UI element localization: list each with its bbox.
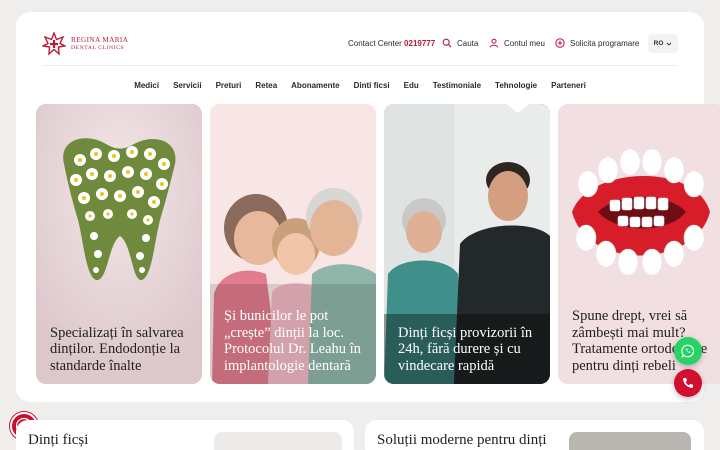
header-divider	[42, 65, 678, 66]
section-solutii-moderne: Soluții moderne pentru dinți	[365, 420, 704, 450]
card-title: Specializați în salvarea dinților. Endod…	[50, 324, 184, 374]
user-icon	[489, 38, 499, 48]
language-selector[interactable]: RO	[648, 34, 678, 53]
nav-item-parteneri[interactable]: Parteneri	[544, 81, 593, 90]
top-bar: Contact Center 0219777 Cauta Contul meu …	[16, 34, 704, 53]
nav-item-dinti-ficsi[interactable]: Dinti ficsi	[347, 81, 397, 90]
section-title: Soluții moderne pentru dinți	[377, 432, 547, 448]
nav-item-servicii[interactable]: Servicii	[166, 81, 208, 90]
plus-circle-icon	[555, 38, 565, 48]
contact-number[interactable]: 0219777	[404, 39, 435, 48]
chevron-down-icon	[667, 42, 672, 46]
nav-item-preturi[interactable]: Preturi	[209, 81, 249, 90]
whatsapp-icon	[681, 344, 695, 358]
phone-icon	[683, 378, 693, 388]
section-image	[214, 432, 342, 450]
nav-item-tehnologie[interactable]: Tehnologie	[488, 81, 544, 90]
hero-carousel: Specializați în salvarea dinților. Endod…	[0, 104, 720, 384]
nav-item-edu[interactable]: Edu	[397, 81, 426, 90]
hero-card-dinti-ficsi[interactable]: Dinți ficși provizorii în 24h, fără dure…	[384, 104, 550, 384]
nav-item-abonamente[interactable]: Abonamente	[284, 81, 346, 90]
call-button[interactable]	[674, 369, 702, 397]
contact-label: Contact Center	[348, 39, 402, 48]
section-dinti-ficsi: Dinți ficși	[16, 420, 354, 450]
appointment-label: Solicita programare	[570, 38, 640, 48]
search-icon	[442, 38, 452, 48]
header-dropdown-pointer	[507, 104, 529, 113]
card-title: Și bunicilor le pot „crește” dinții la l…	[224, 308, 361, 374]
nav-item-medici[interactable]: Medici	[127, 81, 166, 90]
nav-item-testimoniale[interactable]: Testimoniale	[426, 81, 488, 90]
account-label: Contul meu	[504, 38, 545, 48]
account-link[interactable]: Contul meu	[489, 38, 545, 48]
search-link[interactable]: Cauta	[442, 38, 478, 48]
section-title: Dinți ficși	[28, 432, 89, 448]
hero-card-endodontie[interactable]: Specializați în salvarea dinților. Endod…	[36, 104, 202, 384]
search-label: Cauta	[457, 38, 479, 48]
card-title: Dinți ficși provizorii în 24h, fără dure…	[398, 324, 533, 374]
whatsapp-button[interactable]	[674, 337, 702, 365]
language-label: RO	[653, 40, 664, 47]
hero-card-implantologie[interactable]: Și bunicilor le pot „crește” dinții la l…	[210, 104, 376, 384]
main-nav: Medici Servicii Preturi Retea Abonamente…	[16, 81, 704, 90]
contact-center[interactable]: Contact Center 0219777	[348, 39, 435, 48]
appointment-link[interactable]: Solicita programare	[555, 38, 639, 48]
section-image	[569, 432, 691, 450]
nav-item-retea[interactable]: Retea	[248, 81, 284, 90]
